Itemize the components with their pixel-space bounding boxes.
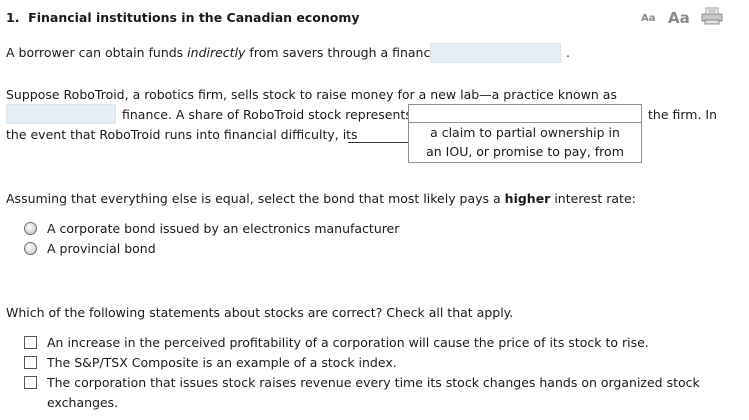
radio-label-provincial-bond: A provincial bond: [47, 241, 156, 256]
bond-question-prompt: Assuming that everything else is equal, …: [6, 191, 636, 206]
part2-line1: Suppose RoboTroid, a robotics firm, sell…: [6, 87, 617, 102]
stocks-question-prompt: Which of the following statements about …: [6, 305, 514, 320]
checkbox-profitability[interactable]: [24, 336, 37, 349]
checkbox-label-stock-index: The S&P/TSX Composite is an example of a…: [47, 355, 397, 370]
question-number: 1.: [6, 10, 20, 25]
dropdown-options-list: a claim to partial ownership in an IOU, …: [408, 122, 642, 163]
font-size-large-button[interactable]: Aa: [668, 9, 690, 27]
font-size-small-button[interactable]: Aa: [641, 13, 656, 24]
checkbox-stock-index[interactable]: [24, 356, 37, 369]
part1-sentence: A borrower can obtain funds indirectly f…: [6, 45, 445, 60]
radio-corporate-bond[interactable]: [24, 222, 37, 235]
checkbox-raises-revenue[interactable]: [24, 376, 37, 389]
finance-type-blank-dropdown[interactable]: [6, 104, 116, 124]
part1-period: .: [566, 45, 570, 60]
question-title-text: Financial institutions in the Canadian e…: [28, 10, 360, 25]
printer-icon[interactable]: [701, 7, 723, 28]
question-title: 1. Financial institutions in the Canadia…: [6, 10, 360, 25]
part2-line3: the event that RoboTroid runs into finan…: [6, 127, 358, 142]
checkbox-label-raises-revenue: The corporation that issues stock raises…: [47, 375, 700, 390]
dropdown-option-iou[interactable]: an IOU, or promise to pay, from: [409, 142, 641, 161]
financial-blank-dropdown[interactable]: [430, 43, 561, 63]
radio-provincial-bond[interactable]: [24, 242, 37, 255]
checkbox-label-profitability: An increase in the perceived profitabili…: [47, 335, 649, 350]
difficulty-blank[interactable]: [348, 128, 408, 143]
checkbox-label-raises-revenue-cont: exchanges.: [47, 395, 119, 410]
radio-label-corporate-bond: A corporate bond issued by an electronic…: [47, 221, 400, 236]
dropdown-option-claim[interactable]: a claim to partial ownership in: [409, 123, 641, 142]
stock-represents-dropdown[interactable]: [408, 104, 642, 124]
part2-line2: finance. A share of RoboTroid stock repr…: [122, 107, 412, 122]
part2-line2-end: the firm. In: [648, 107, 718, 122]
